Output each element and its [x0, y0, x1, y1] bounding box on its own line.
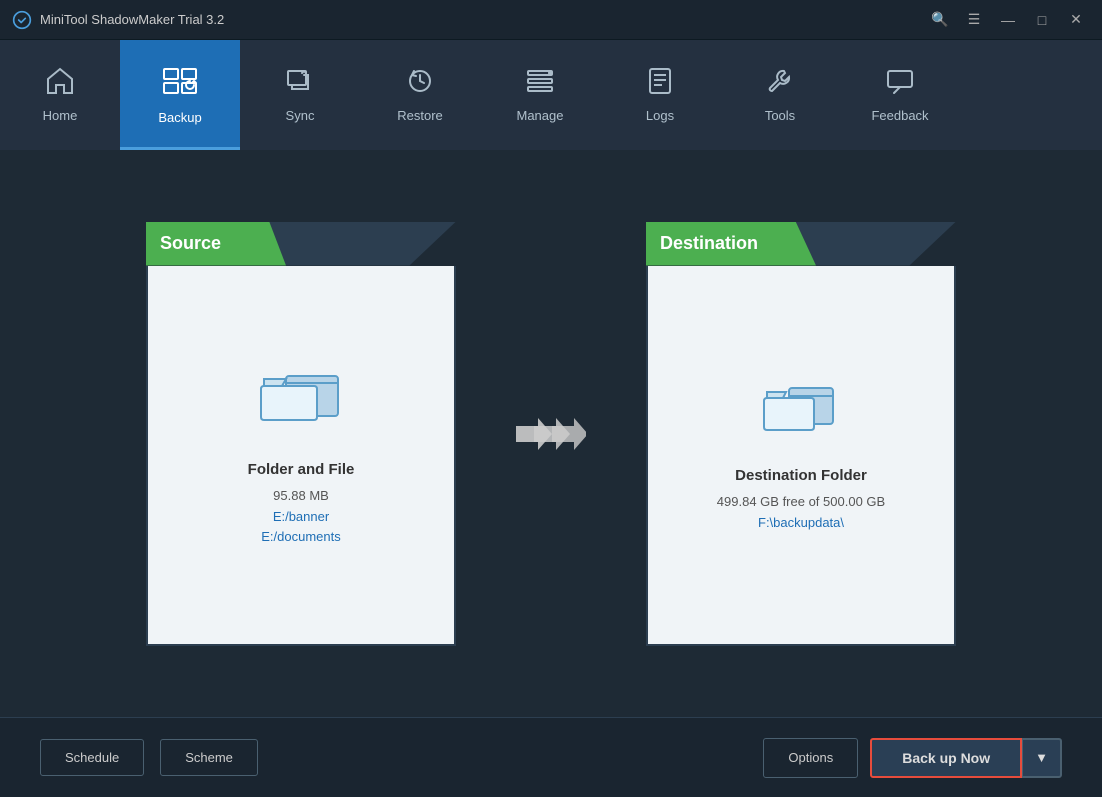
backup-dropdown-button[interactable]: ▼ [1022, 738, 1062, 778]
source-card-header: Source [146, 222, 456, 266]
tools-icon [764, 65, 796, 102]
app-logo [12, 10, 32, 30]
bottom-left-buttons: Schedule Scheme [40, 739, 258, 776]
nav-logs[interactable]: Logs [600, 40, 720, 150]
home-icon [44, 65, 76, 102]
restore-icon [404, 65, 436, 102]
nav-manage-label: Manage [517, 108, 564, 123]
source-size: 95.88 MB [273, 486, 329, 507]
source-path-1: E:/banner [273, 507, 329, 528]
nav-home[interactable]: Home [0, 40, 120, 150]
title-bar-left: MiniTool ShadowMaker Trial 3.2 [12, 10, 224, 30]
nav-manage[interactable]: Manage [480, 40, 600, 150]
maximize-button[interactable]: □ [1028, 8, 1056, 32]
destination-card-header: Destination [646, 222, 956, 266]
nav-home-label: Home [43, 108, 78, 123]
nav-sync[interactable]: Sync [240, 40, 360, 150]
backup-now-button[interactable]: Back up Now [870, 738, 1022, 778]
source-card: Source Folder and File 95.88 MB E:/banne… [146, 222, 456, 646]
destination-folder-icon [761, 376, 841, 447]
nav-logs-label: Logs [646, 108, 674, 123]
destination-card-body[interactable]: Destination Folder 499.84 GB free of 500… [646, 266, 956, 646]
manage-icon [524, 65, 556, 102]
nav-backup[interactable]: Backup [120, 40, 240, 150]
options-button[interactable]: Options [763, 738, 858, 778]
feedback-icon [884, 65, 916, 102]
nav-sync-label: Sync [286, 108, 315, 123]
title-bar: MiniTool ShadowMaker Trial 3.2 🔍 ☰ — □ ✕ [0, 0, 1102, 40]
destination-card: Destination Destination Folder 499.84 GB… [646, 222, 956, 646]
source-folder-icon [256, 361, 346, 441]
source-header-label: Source [160, 233, 221, 254]
logs-icon [644, 65, 676, 102]
nav-tools-label: Tools [765, 108, 795, 123]
close-button[interactable]: ✕ [1062, 8, 1090, 32]
source-path-2: E:/documents [261, 527, 341, 548]
title-bar-controls: 🔍 ☰ — □ ✕ [926, 8, 1090, 32]
backup-icon [162, 63, 198, 104]
nav-feedback[interactable]: Feedback [840, 40, 960, 150]
destination-path: F:\backupdata\ [758, 513, 844, 534]
destination-free: 499.84 GB free of 500.00 GB [717, 492, 885, 513]
source-title: Folder and File [248, 461, 355, 478]
minimize-button[interactable]: — [994, 8, 1022, 32]
nav-restore-label: Restore [397, 108, 443, 123]
nav-restore[interactable]: Restore [360, 40, 480, 150]
destination-title: Destination Folder [735, 467, 867, 484]
menu-button[interactable]: ☰ [960, 8, 988, 32]
nav-feedback-label: Feedback [871, 108, 928, 123]
source-card-body[interactable]: Folder and File 95.88 MB E:/banner E:/do… [146, 266, 456, 646]
bottom-right-buttons: Options Back up Now ▼ [763, 738, 1062, 778]
nav-tools[interactable]: Tools [720, 40, 840, 150]
main-content: Source Folder and File 95.88 MB E:/banne… [0, 150, 1102, 717]
bottom-bar: Schedule Scheme Options Back up Now ▼ [0, 717, 1102, 797]
nav-bar: Home Backup Sync [0, 40, 1102, 150]
direction-arrow [516, 414, 586, 454]
destination-header-label: Destination [660, 233, 758, 254]
nav-backup-label: Backup [158, 110, 201, 125]
schedule-button[interactable]: Schedule [40, 739, 144, 776]
app-title: MiniTool ShadowMaker Trial 3.2 [40, 12, 224, 27]
search-button[interactable]: 🔍 [926, 8, 954, 32]
scheme-button[interactable]: Scheme [160, 739, 258, 776]
sync-icon [284, 65, 316, 102]
